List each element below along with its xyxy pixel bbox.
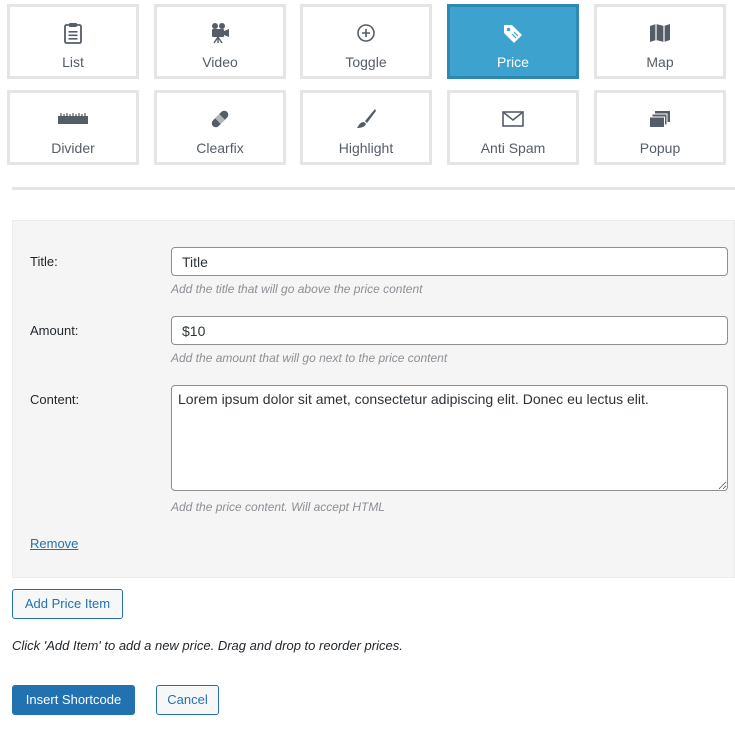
tile-label: Map bbox=[646, 54, 674, 70]
content-label: Content: bbox=[30, 392, 80, 407]
tile-label: Highlight bbox=[338, 140, 394, 156]
stacked-windows-icon bbox=[597, 108, 723, 130]
amount-label: Amount: bbox=[30, 323, 79, 338]
content-help-text: Add the price content. Will accept HTML bbox=[171, 500, 385, 514]
amount-help-text: Add the amount that will go next to the … bbox=[171, 351, 448, 365]
tile-label: Divider bbox=[51, 140, 95, 156]
ruler-icon bbox=[10, 108, 136, 130]
tile-label: Popup bbox=[639, 140, 681, 156]
tile-label: Anti Spam bbox=[480, 140, 546, 156]
tile-label: Price bbox=[497, 54, 529, 70]
paintbrush-icon bbox=[303, 108, 429, 130]
video-camera-icon bbox=[157, 22, 283, 44]
tile-clearfix[interactable]: Clearfix bbox=[154, 90, 286, 165]
tile-label: List bbox=[62, 54, 84, 70]
clipboard-icon bbox=[10, 22, 136, 44]
tile-label: Clearfix bbox=[196, 140, 244, 156]
tile-map[interactable]: Map bbox=[594, 4, 726, 79]
insert-shortcode-button[interactable]: Insert Shortcode bbox=[12, 685, 135, 715]
envelope-icon bbox=[450, 108, 576, 130]
tile-price[interactable]: Price bbox=[447, 4, 579, 79]
amount-input[interactable] bbox=[171, 316, 728, 345]
title-input[interactable] bbox=[171, 247, 728, 276]
bandage-icon bbox=[157, 108, 283, 130]
tile-list[interactable]: List bbox=[7, 4, 139, 79]
tile-label: Video bbox=[202, 54, 238, 70]
cancel-button[interactable]: Cancel bbox=[156, 685, 219, 715]
tile-divider[interactable]: Divider bbox=[7, 90, 139, 165]
tag-icon bbox=[450, 22, 576, 44]
remove-link[interactable]: Remove bbox=[30, 536, 78, 551]
map-icon bbox=[597, 22, 723, 44]
divider-line bbox=[12, 187, 735, 190]
tile-label: Toggle bbox=[345, 54, 387, 70]
title-help-text: Add the title that will go above the pri… bbox=[171, 282, 423, 296]
tile-popup[interactable]: Popup bbox=[594, 90, 726, 165]
tile-highlight[interactable]: Highlight bbox=[300, 90, 432, 165]
add-price-item-button[interactable]: Add Price Item bbox=[12, 589, 123, 619]
title-label: Title: bbox=[30, 254, 58, 269]
tile-anti-spam[interactable]: Anti Spam bbox=[447, 90, 579, 165]
tile-video[interactable]: Video bbox=[154, 4, 286, 79]
plus-circle-icon bbox=[303, 22, 429, 44]
instructions-text: Click 'Add Item' to add a new price. Dra… bbox=[12, 638, 403, 653]
content-textarea[interactable]: Lorem ipsum dolor sit amet, consectetur … bbox=[171, 385, 728, 491]
tile-toggle[interactable]: Toggle bbox=[300, 4, 432, 79]
